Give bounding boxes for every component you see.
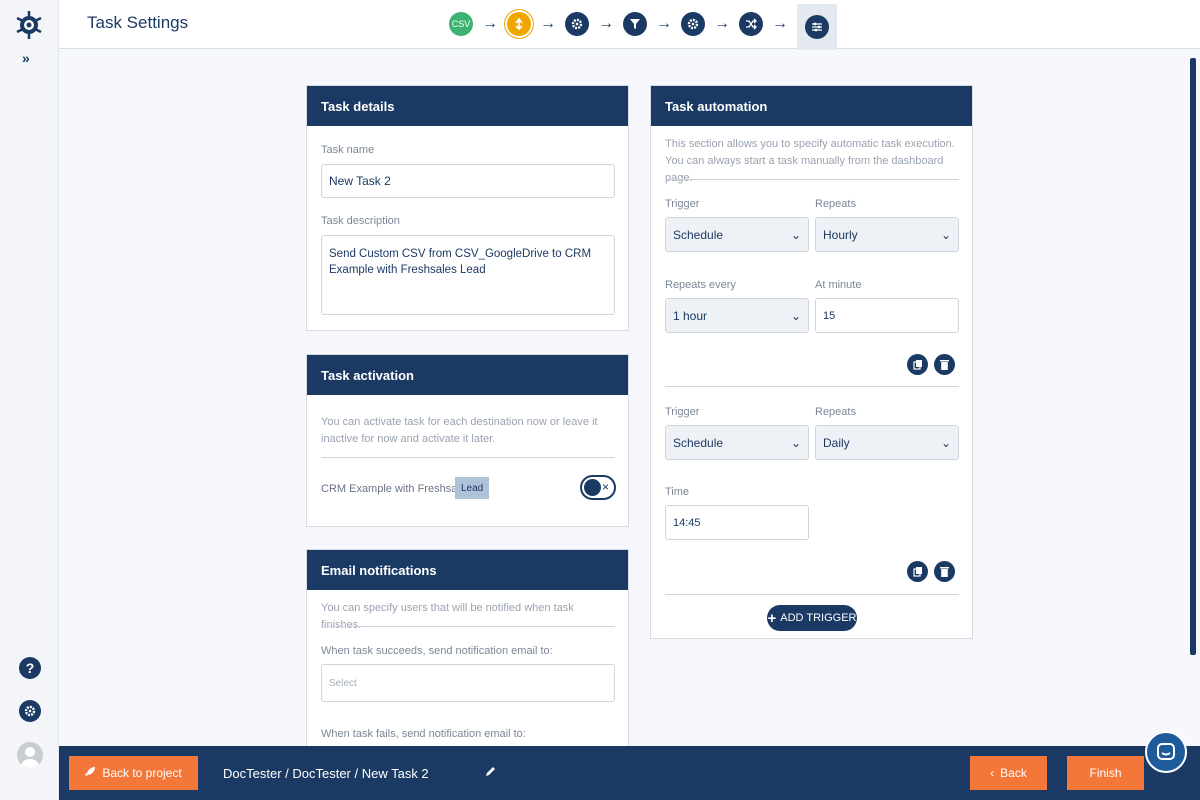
plus-icon: + [767,609,777,627]
success-email-label: When task succeeds, send notification em… [321,645,553,657]
arrow-right-icon: → [598,15,614,32]
time-input[interactable]: 14:45 [665,505,809,540]
shuffle-icon[interactable] [739,12,763,36]
chevron-down-icon: ⌄ [940,435,951,450]
chevron-left-icon: ‹ [990,766,995,780]
task-automation-card: Task automation This section allows you … [650,85,973,639]
activation-info: You can activate task for each destinati… [321,416,598,445]
divider [665,179,959,180]
email-notifications-card: Email notifications You can specify user… [306,549,629,749]
gear-icon[interactable] [565,12,589,36]
trigger-select[interactable]: Schedule ⌄ [665,217,809,252]
repeats-value: Daily [823,435,850,450]
add-trigger-button[interactable]: + ADD TRIGGER [767,605,857,631]
bolt-icon[interactable] [507,12,531,36]
add-trigger-label: ADD TRIGGER [780,612,857,624]
arrow-right-icon: → [714,15,730,32]
repeats-every-value: 1 hour [673,308,708,323]
breadcrumb: DocTester / DocTester / New Task 2 [223,766,429,781]
finish-button[interactable]: Finish [1067,756,1144,790]
destination-label: CRM Example with Freshsales [321,483,472,495]
divider [321,457,615,458]
back-to-project-label: Back to project [102,766,182,780]
success-email-select[interactable]: Select [321,664,615,702]
card-title: Task activation [307,355,628,395]
help-icon[interactable]: ? [19,657,41,679]
chevron-down-icon: ⌄ [790,308,801,323]
rocket-icon [85,766,96,780]
activation-toggle[interactable]: × [580,475,616,500]
filter-icon[interactable] [623,12,647,36]
trash-icon[interactable] [934,354,955,375]
task-details-card: Task details Task name New Task 2 Task d… [306,85,629,331]
chevron-down-icon: ⌄ [790,227,801,242]
repeats-every-select[interactable]: 1 hour ⌄ [665,298,809,333]
step-csv[interactable]: CSV [449,12,473,36]
chevron-down-icon: ⌄ [790,435,801,450]
time-label: Time [665,486,690,498]
pencil-icon[interactable] [485,765,497,780]
wizard-steps: CSV → → → → → → [449,4,837,50]
task-description-textarea[interactable]: Send Custom CSV from CSV_GoogleDrive to … [321,235,615,315]
trigger-select[interactable]: Schedule ⌄ [665,425,809,460]
divider [665,386,959,387]
trash-icon[interactable] [934,561,955,582]
task-name-label: Task name [321,144,375,156]
task-description-label: Task description [321,215,400,227]
repeats-select[interactable]: Hourly ⌄ [815,217,959,252]
bottom-bar: Back to project DocTester / DocTester / … [59,746,1200,800]
trigger-value: Schedule [673,435,724,450]
trigger-value: Schedule [673,227,724,242]
back-label: Back [1000,766,1027,780]
user-avatar[interactable] [17,742,43,768]
gear-icon[interactable] [681,12,705,36]
top-header: Task Settings CSV → → → → → → [59,0,1200,50]
at-minute-label: At minute [815,279,862,291]
card-title: Task details [307,86,628,126]
card-title: Task automation [651,86,972,126]
task-activation-card: Task activation You can activate task fo… [306,354,629,527]
repeats-value: Hourly [823,227,858,242]
toggle-knob [584,479,601,496]
lead-badge: Lead [455,477,490,499]
repeats-select[interactable]: Daily ⌄ [815,425,959,460]
repeats-every-label: Repeats every [665,279,736,291]
divider [321,626,615,627]
arrow-right-icon: → [482,15,498,32]
arrow-right-icon: → [656,15,672,32]
gear-icon[interactable] [19,700,41,722]
close-icon: × [602,480,610,494]
sliders-icon [805,15,829,39]
chevron-down-icon: ⌄ [940,227,951,242]
app-logo-icon[interactable] [15,10,43,40]
notifications-info: You can specify users that will be notif… [321,602,574,631]
trigger-label: Trigger [665,198,700,210]
divider [665,594,959,595]
task-name-input[interactable]: New Task 2 [321,164,615,198]
page-title: Task Settings [87,13,189,32]
step-task-settings[interactable] [797,4,837,50]
scrollbar[interactable] [1190,58,1196,655]
repeats-label: Repeats [815,198,856,210]
left-rail: » ? [0,0,59,800]
chat-button[interactable] [1145,731,1187,773]
arrow-right-icon: → [772,15,788,32]
expand-rail-icon[interactable]: » [22,50,30,66]
back-to-project-button[interactable]: Back to project [69,756,198,790]
chat-icon [1157,743,1175,760]
card-title: Email notifications [307,550,628,590]
repeats-label: Repeats [815,406,856,418]
at-minute-input[interactable]: 15 [815,298,959,333]
copy-icon[interactable] [907,561,928,582]
copy-icon[interactable] [907,354,928,375]
back-button[interactable]: ‹ Back [970,756,1047,790]
trigger-label: Trigger [665,406,700,418]
fail-email-label: When task fails, send notification email… [321,728,526,740]
arrow-right-icon: → [540,15,556,32]
